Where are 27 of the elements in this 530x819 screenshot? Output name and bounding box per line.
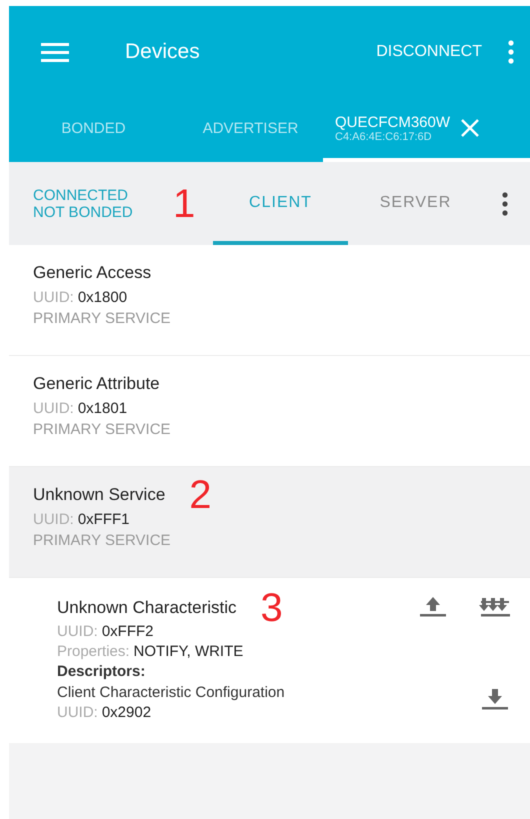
- device-tab[interactable]: ADVERTISER: [166, 98, 323, 162]
- view-tab[interactable]: SERVER: [348, 162, 483, 245]
- service-uuid: UUID: 0x1801: [33, 400, 128, 417]
- descriptor-uuid: UUID: 0x2902: [57, 704, 152, 721]
- service-type: PRIMARY SERVICE: [33, 532, 172, 549]
- service-type: PRIMARY SERVICE: [33, 421, 172, 438]
- annotation-number: 3: [260, 588, 283, 628]
- close-icon[interactable]: [460, 118, 480, 138]
- service-uuid: UUID: 0x1800: [33, 289, 128, 306]
- service-row[interactable]: Unknown Service 2 UUID: 0xFFF1 PRIMARY SERVICE: [9, 467, 530, 578]
- characteristic-properties: Properties: NOTIFY, WRITE: [57, 643, 244, 660]
- descriptors-heading: Descriptors:: [57, 663, 146, 680]
- bond-status: NOT BONDED: [33, 204, 134, 220]
- service-type: PRIMARY SERVICE: [33, 310, 172, 327]
- service-name: Generic Attribute: [33, 374, 160, 394]
- device-tab[interactable]: BONDED: [9, 98, 166, 162]
- annotation-number: 2: [189, 475, 212, 515]
- descriptor-name: Client Characteristic Configuration: [57, 684, 286, 701]
- disconnect-button[interactable]: DISCONNECT: [370, 35, 488, 69]
- annotation-number: 1: [173, 184, 196, 224]
- characteristic-name: Unknown Characteristic: [57, 598, 237, 618]
- screen-title: Devices: [125, 40, 201, 64]
- service-name: Generic Access: [33, 263, 152, 283]
- characteristic-uuid: UUID: 0xFFF2: [57, 623, 155, 640]
- connection-status: CONNECTED: [33, 186, 130, 204]
- service-uuid: UUID: 0xFFF1: [33, 511, 131, 528]
- service-name: Unknown Service: [33, 485, 166, 505]
